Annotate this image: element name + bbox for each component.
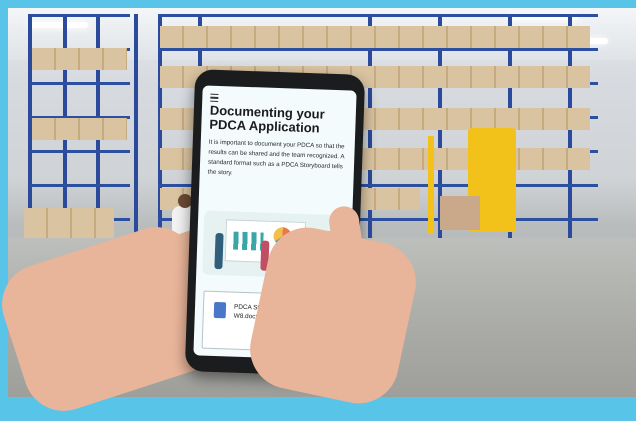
bar-graphic — [233, 231, 264, 251]
person-figure — [214, 232, 224, 270]
rack-post — [134, 14, 138, 244]
boxes — [32, 48, 127, 70]
forklift-mast — [428, 136, 434, 234]
boxes — [160, 26, 590, 48]
word-document-icon — [213, 301, 227, 319]
pallet-boxes — [24, 208, 114, 238]
forklift-load — [440, 196, 480, 230]
article-body: It is important to document your PDCA so… — [207, 138, 345, 177]
boxes — [32, 118, 127, 140]
article-title: Documenting your PDCA Application — [209, 102, 325, 136]
hamburger-menu-icon[interactable] — [210, 93, 219, 102]
